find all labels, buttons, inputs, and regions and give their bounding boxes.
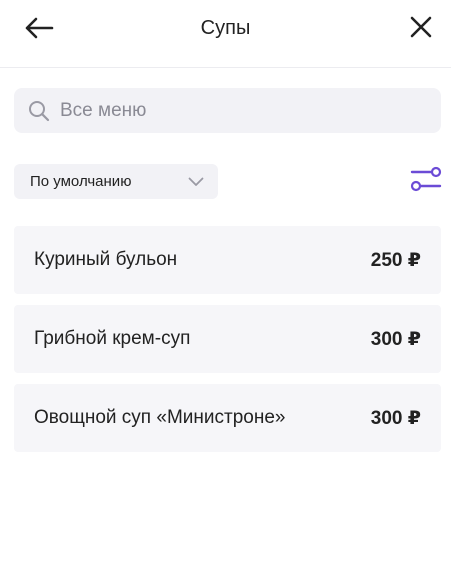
item-price: 300 ₽ bbox=[370, 407, 421, 429]
item-name: Грибной крем-суп bbox=[34, 328, 191, 349]
list-item[interactable]: Грибной крем-суп 300 ₽ bbox=[14, 305, 441, 373]
chevron-down-icon bbox=[188, 173, 206, 191]
close-button[interactable] bbox=[404, 12, 438, 42]
item-name: Овощной суп «Министроне» bbox=[34, 407, 286, 428]
top-bar: Супы bbox=[0, 0, 451, 68]
search-icon bbox=[28, 99, 52, 123]
search-bar[interactable] bbox=[14, 88, 441, 133]
page-title: Супы bbox=[200, 17, 251, 39]
menu-list: Куриный бульон 250 ₽ Грибной крем-суп 30… bbox=[14, 226, 441, 463]
item-price: 300 ₽ bbox=[370, 328, 421, 350]
item-price: 250 ₽ bbox=[370, 249, 421, 271]
search-input[interactable] bbox=[60, 99, 400, 122]
item-name: Куриный бульон bbox=[34, 249, 178, 270]
close-icon bbox=[410, 16, 432, 38]
sort-dropdown[interactable]: По умолчанию bbox=[14, 164, 218, 199]
filter-button[interactable] bbox=[408, 162, 444, 196]
sort-selected-value: По умолчанию bbox=[30, 173, 132, 190]
list-item[interactable]: Овощной суп «Министроне» 300 ₽ bbox=[14, 384, 441, 452]
filter-sliders-icon bbox=[410, 166, 442, 192]
list-item[interactable]: Куриный бульон 250 ₽ bbox=[14, 226, 441, 294]
